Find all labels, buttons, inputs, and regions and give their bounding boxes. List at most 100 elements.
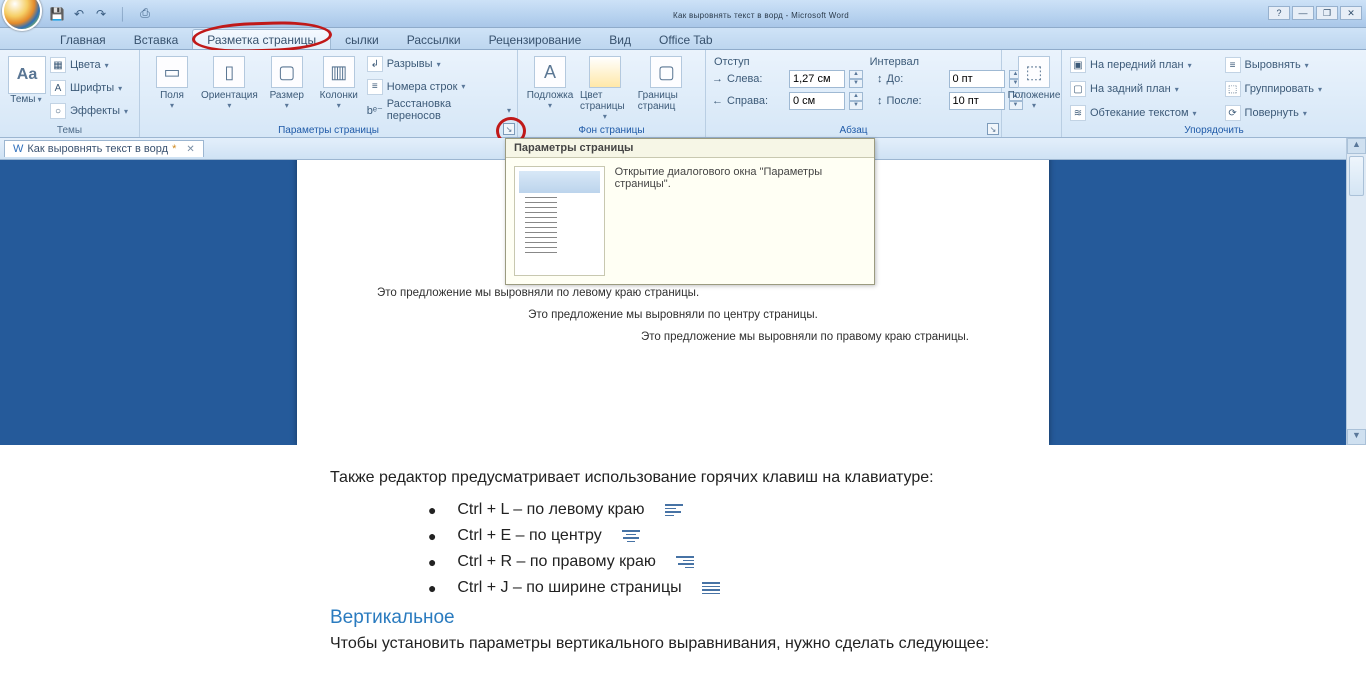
spin-down[interactable]: ▼ <box>849 79 863 88</box>
page-setup-launcher[interactable]: ↘ <box>503 123 515 135</box>
indent-left-icon: → <box>712 73 723 85</box>
doc-tab-name: Как выровнять текст в ворд <box>27 143 168 155</box>
themes-button[interactable]: Темы <box>10 94 41 105</box>
hyphenation-button[interactable]: bᵉ⁻Расстановка переносов <box>367 99 511 121</box>
orientation-button[interactable]: ▯Ориентация <box>198 54 261 121</box>
group-paragraph: Отступ Интервал →Слева:▲▼ ←Справа:▲▼ ↕До… <box>706 50 1002 137</box>
indent-right-icon: ← <box>712 95 723 107</box>
columns-icon: ▥ <box>323 56 355 88</box>
watermark-button[interactable]: AПодложка <box>524 54 576 121</box>
theme-effects[interactable]: ○Эффекты <box>50 100 128 122</box>
article-next: Чтобы установить параметры вертикального… <box>330 635 1020 653</box>
bring-front-button[interactable]: ▣На передний план <box>1070 54 1197 76</box>
ribbon: Aa Темы ▦Цвета AШрифты ○Эффекты Темы ▭По… <box>0 50 1366 138</box>
send-back-button[interactable]: ▢На задний план <box>1070 78 1197 100</box>
page-borders-button[interactable]: ▢Границы страниц <box>634 54 699 121</box>
paragraph-launcher[interactable]: ↘ <box>987 123 999 135</box>
group-page-background: AПодложка Цвет страницы ▢Границы страниц… <box>518 50 706 137</box>
tab-page-layout[interactable]: Разметка страницы <box>192 29 331 49</box>
text-wrap-icon: ≋ <box>1070 105 1086 121</box>
tab-review[interactable]: Рецензирование <box>475 30 596 49</box>
scroll-thumb[interactable] <box>1349 156 1364 196</box>
space-before-input[interactable] <box>949 70 1005 88</box>
align-button[interactable]: ≡Выровнять <box>1225 54 1323 76</box>
align-right-icon <box>676 555 694 569</box>
position-button[interactable]: ⬚Положение <box>1008 54 1060 110</box>
tab-insert[interactable]: Вставка <box>120 30 193 49</box>
align-center-icon <box>622 529 640 543</box>
document-tab[interactable]: W Как выровнять текст в ворд * ✕ <box>4 140 204 157</box>
indent-left-label: Слева: <box>727 73 785 85</box>
scroll-up-icon[interactable]: ▲ <box>1347 138 1366 154</box>
rotate-button[interactable]: ⟳Повернуть <box>1225 102 1323 124</box>
theme-colors[interactable]: ▦Цвета <box>50 54 128 76</box>
group-page-setup: ▭Поля ▯Ориентация ▢Размер ▥Колонки ↲Разр… <box>140 50 518 137</box>
margins-button[interactable]: ▭Поля <box>146 54 198 121</box>
group-arrange: ▣На передний план ▢На задний план ≋Обтек… <box>1062 50 1366 137</box>
columns-button[interactable]: ▥Колонки <box>313 54 365 121</box>
theme-fonts[interactable]: AШрифты <box>50 77 128 99</box>
qat-sep: │ <box>113 4 133 24</box>
spin-down[interactable]: ▼ <box>849 101 863 110</box>
office-button[interactable] <box>2 0 42 31</box>
qat-print[interactable]: ⎙ <box>135 4 155 24</box>
indent-left-input[interactable] <box>789 70 845 88</box>
breaks-button[interactable]: ↲Разрывы <box>367 54 511 75</box>
ribbon-tabs: Главная Вставка Разметка страницы сылки … <box>0 28 1366 50</box>
qat-save[interactable]: 💾 <box>47 4 67 24</box>
window-controls: ? — ❐ ✕ <box>1268 6 1362 20</box>
space-before-icon: ↕ <box>877 73 883 85</box>
tooltip-title: Параметры страницы <box>506 139 874 158</box>
close-button[interactable]: ✕ <box>1340 6 1362 20</box>
min-button[interactable]: — <box>1292 6 1314 20</box>
spin-up[interactable]: ▲ <box>849 92 863 101</box>
group-label-themes: Темы <box>0 125 139 136</box>
max-button[interactable]: ❐ <box>1316 6 1338 20</box>
group-label-arrange: Упорядочить <box>1062 125 1366 136</box>
group-position: ⬚Положение <box>1002 50 1062 137</box>
space-after-input[interactable] <box>949 92 1005 110</box>
space-after-label: После: <box>887 95 945 107</box>
size-button[interactable]: ▢Размер <box>261 54 313 121</box>
align-icon: ≡ <box>1225 57 1241 73</box>
page-borders-icon: ▢ <box>650 56 682 88</box>
breaks-icon: ↲ <box>367 56 383 72</box>
tab-office-tab[interactable]: Office Tab <box>645 30 727 49</box>
qat-redo[interactable]: ↷ <box>91 4 111 24</box>
line-numbers-icon: ≡ <box>367 79 383 95</box>
line-numbers-button[interactable]: ≡Номера строк <box>367 77 511 98</box>
tab-mailings[interactable]: Рассылки <box>393 30 475 49</box>
vertical-scrollbar[interactable]: ▲ ▼ <box>1346 138 1366 445</box>
doc-line-center: Это предложение мы выровняли по центру с… <box>297 304 1049 326</box>
quick-access-toolbar: 💾 ↶ ↷ │ ⎙ Как выровнять текст в ворд - M… <box>0 0 1366 28</box>
page-color-button[interactable]: Цвет страницы <box>576 54 634 121</box>
margins-icon: ▭ <box>156 56 188 88</box>
tab-view[interactable]: Вид <box>595 30 645 49</box>
doc-tab-dirty: * <box>172 143 176 155</box>
help-button[interactable]: ? <box>1268 6 1290 20</box>
orientation-icon: ▯ <box>213 56 245 88</box>
doc-tab-icon: W <box>13 143 23 155</box>
list-item: ● Ctrl + J – по ширине страницы <box>428 579 1020 597</box>
list-item: ● Ctrl + E – по центру <box>428 527 1020 545</box>
group-button[interactable]: ⬚Группировать <box>1225 78 1323 100</box>
qat-undo[interactable]: ↶ <box>69 4 89 24</box>
word-screenshot: 💾 ↶ ↷ │ ⎙ Как выровнять текст в ворд - M… <box>0 0 1366 445</box>
spin-up[interactable]: ▲ <box>849 70 863 79</box>
doc-tab-close-icon[interactable]: ✕ <box>186 144 194 155</box>
article-intro: Также редактор предусматривает использов… <box>330 469 1020 487</box>
page-setup-tooltip: Параметры страницы Открытие диалогового … <box>505 138 875 285</box>
tooltip-thumbnail <box>514 166 605 276</box>
tab-references-cut[interactable]: сылки <box>331 30 393 49</box>
spacing-heading: Интервал <box>870 56 919 68</box>
tab-home[interactable]: Главная <box>46 30 120 49</box>
effects-icon: ○ <box>50 103 66 119</box>
position-icon: ⬚ <box>1018 56 1050 88</box>
align-justify-icon <box>702 581 720 595</box>
group-themes: Aa Темы ▦Цвета AШрифты ○Эффекты Темы <box>0 50 140 137</box>
scroll-down-icon[interactable]: ▼ <box>1347 429 1366 445</box>
indent-right-input[interactable] <box>789 92 845 110</box>
page-color-icon <box>589 56 621 88</box>
text-wrap-button[interactable]: ≋Обтекание текстом <box>1070 102 1197 124</box>
group-label-paragraph: Абзац <box>706 125 1001 136</box>
